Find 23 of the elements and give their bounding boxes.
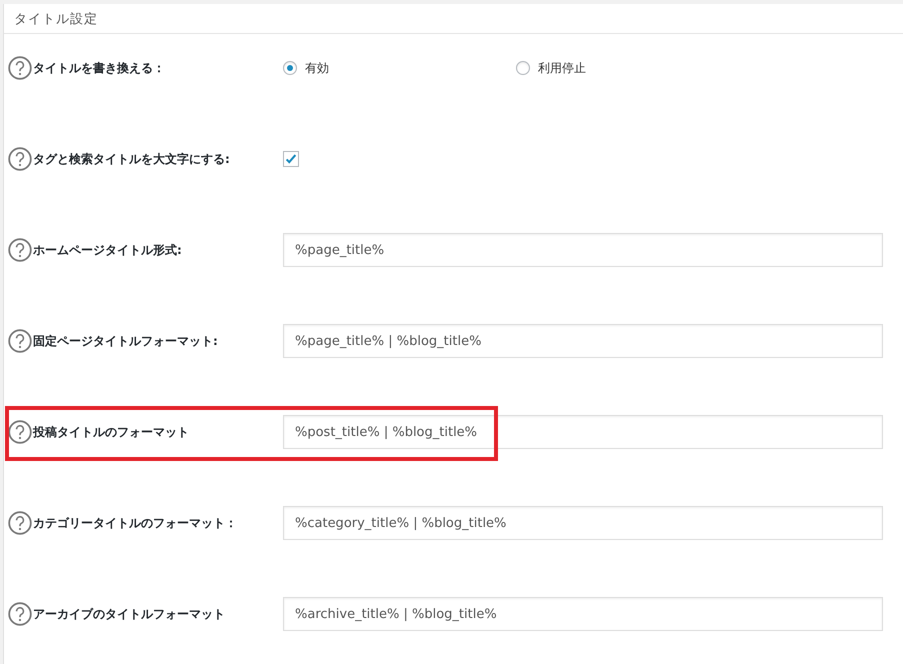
field-label: タグと検索タイトルを大文字にする: xyxy=(33,150,230,168)
field-label: ホームページタイトル形式: xyxy=(33,242,182,258)
help-icon[interactable] xyxy=(8,602,32,626)
help-icon[interactable] xyxy=(8,56,32,80)
radio-option[interactable]: 利用停止 xyxy=(516,60,749,76)
field-label: アーカイブのタイトルフォーマット xyxy=(33,606,225,622)
input-field[interactable]: %page_title% xyxy=(283,233,883,267)
input-field[interactable]: %archive_title% | %blog_title% xyxy=(283,597,883,631)
help-icon[interactable] xyxy=(8,511,32,535)
help-icon[interactable] xyxy=(8,238,32,262)
field-label: タイトルを書き換える： xyxy=(33,60,165,76)
input-field[interactable]: %category_title% | %blog_title% xyxy=(283,506,883,540)
checkbox[interactable] xyxy=(283,151,299,167)
section-title: タイトル設定 xyxy=(14,10,98,28)
radio-option[interactable]: 有効 xyxy=(283,60,516,76)
help-icon[interactable] xyxy=(8,420,32,444)
help-icon[interactable] xyxy=(8,147,32,171)
field-label: カテゴリータイトルのフォーマット： xyxy=(33,514,237,532)
input-field[interactable]: %page_title% | %blog_title% xyxy=(283,324,883,358)
field-label: 投稿タイトルのフォーマット xyxy=(33,424,189,440)
help-icon[interactable] xyxy=(8,329,32,353)
field-label: 固定ページタイトルフォーマット: xyxy=(33,332,218,350)
input-field[interactable]: %post_title% | %blog_title% xyxy=(283,415,883,449)
